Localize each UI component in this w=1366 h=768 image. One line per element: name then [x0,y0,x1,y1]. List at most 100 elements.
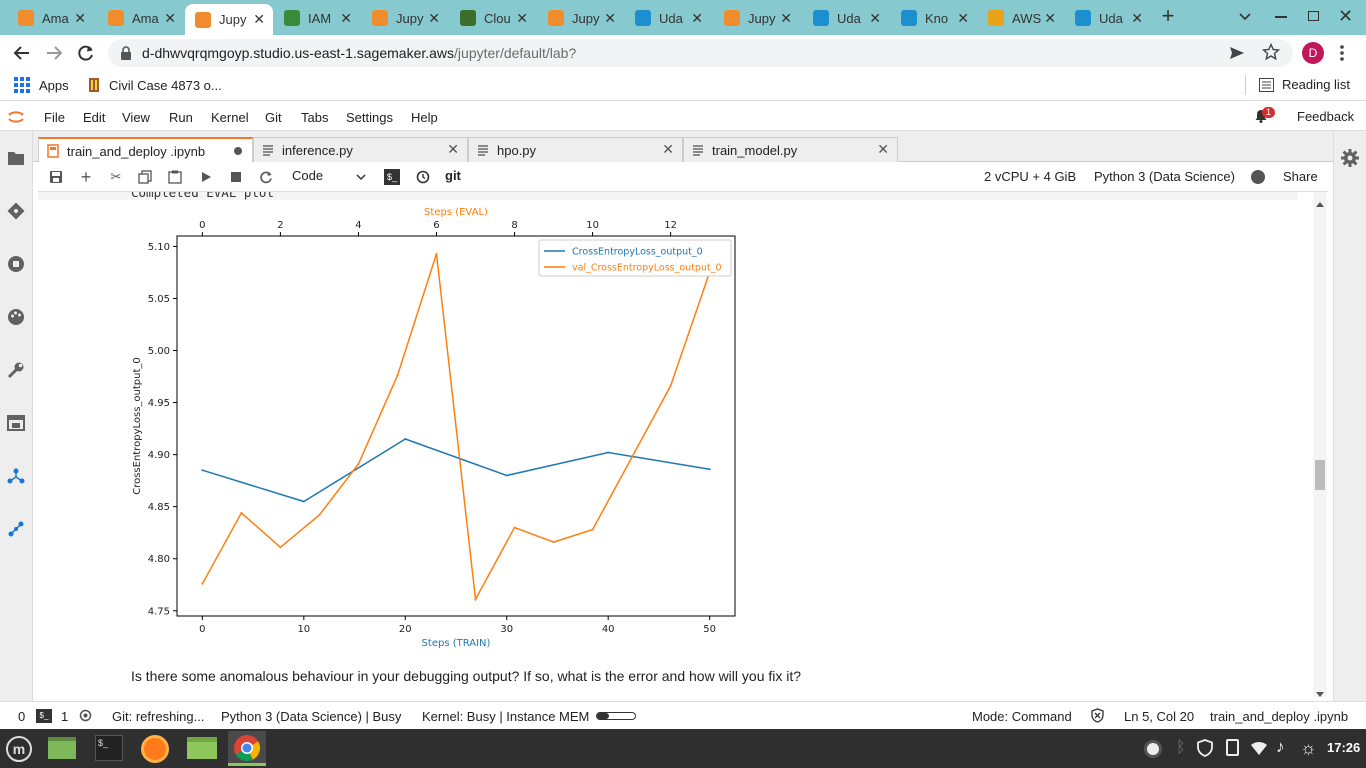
menu-help[interactable]: Help [411,110,438,125]
bluetooth-icon[interactable]: ᛒ [1176,739,1186,757]
file-browser-icon[interactable] [6,148,26,168]
debugger-nodes-icon[interactable] [6,466,26,486]
terminal-status-icon[interactable]: $_ [36,709,52,723]
address-bar[interactable]: d-dhwvqrqmgoyp.studio.us-east-1.sagemake… [108,39,1293,67]
close-tab-icon[interactable]: ✕ [340,10,352,27]
save-icon[interactable] [48,169,64,185]
menu-tabs[interactable]: Tabs [301,110,328,125]
profile-avatar[interactable]: D [1302,42,1324,64]
tab-hpo[interactable]: hpo.py ✕ [468,137,683,162]
browser-tab[interactable]: Uda ✕ [625,4,711,32]
scroll-down-arrow-icon[interactable] [1316,686,1324,701]
terminal-icon[interactable]: $_ [384,169,400,185]
kernel-status[interactable]: Python 3 (Data Science) | Busy [221,709,401,724]
browser-tab[interactable]: IAM ✕ [274,4,360,32]
close-tab-icon[interactable]: ✕ [877,141,889,158]
git-icon[interactable] [6,201,26,221]
kernel-name[interactable]: Python 3 (Data Science) [1094,169,1235,184]
cut-icon[interactable]: ✂ [108,169,124,185]
clipboard-icon[interactable] [1226,739,1239,756]
bookmark-apps[interactable]: Apps [14,77,69,93]
reload-icon[interactable] [76,43,96,63]
tab-train-model[interactable]: train_model.py ✕ [683,137,898,162]
kernel-gear-icon[interactable] [78,708,93,723]
menu-kernel[interactable]: Kernel [211,110,249,125]
volume-note-icon[interactable]: ♪ [1276,737,1285,757]
run-icon[interactable] [198,169,214,185]
experiments-icon[interactable] [6,519,26,539]
close-tab-icon[interactable]: ✕ [253,11,265,28]
send-to-devices-icon[interactable] [1229,45,1245,61]
feedback-link[interactable]: Feedback [1297,109,1354,124]
close-tab-icon[interactable]: ✕ [428,10,440,27]
close-tab-icon[interactable]: ✕ [691,10,703,27]
files-app-icon[interactable] [187,737,217,759]
back-arrow-icon[interactable] [12,43,32,63]
stop-icon[interactable] [228,169,244,185]
browser-tab[interactable]: Uda ✕ [803,4,889,32]
restart-icon[interactable] [258,169,274,185]
menu-view[interactable]: View [122,110,150,125]
browser-tab[interactable]: Ama ✕ [8,4,94,32]
browser-tab[interactable]: Ama ✕ [98,4,184,32]
firefox-icon[interactable] [141,735,169,763]
browser-tab[interactable]: Jupy ✕ [362,4,448,32]
minimize-window-icon[interactable] [1275,16,1287,18]
git-button[interactable]: git [445,168,461,183]
tab-search-chevron-icon[interactable] [1237,8,1253,24]
scroll-up-arrow-icon[interactable] [1316,195,1324,210]
status-count-a[interactable]: 0 [18,709,25,724]
menu-git[interactable]: Git [265,110,282,125]
browser-tab[interactable]: Uda ✕ [1065,4,1151,32]
instance-type[interactable]: 2 vCPU + 4 GiB [984,169,1076,184]
clock-time[interactable]: 17:26 [1327,740,1360,755]
menu-settings[interactable]: Settings [346,110,393,125]
close-tab-icon[interactable]: ✕ [604,10,616,27]
tray-media-icon[interactable] [1144,740,1162,758]
notebook-scrollbar[interactable] [1313,192,1327,697]
mint-menu-icon[interactable]: m [6,736,32,762]
tab-inference[interactable]: inference.py ✕ [253,137,468,162]
browser-tab[interactable]: Jupy ✕ [538,4,624,32]
wifi-icon[interactable] [1250,740,1268,756]
browser-tab[interactable]: Jupy ✕ [714,4,800,32]
bookmark-civil-case[interactable]: Civil Case 4873 o... [87,77,222,93]
cell-type-select[interactable]: Code [292,168,370,186]
browser-tab[interactable]: Clou ✕ [450,4,536,32]
paste-icon[interactable] [167,169,183,185]
restore-window-icon[interactable] [1308,11,1319,21]
browser-tab[interactable]: Jupy ✕ [185,4,273,35]
close-tab-icon[interactable]: ✕ [1131,10,1143,27]
tab-train-and-deploy[interactable]: train_and_deploy .ipynb [38,137,253,163]
wrench-icon[interactable] [6,360,26,380]
show-desktop-icon[interactable] [48,737,76,759]
close-tab-icon[interactable]: ✕ [447,141,459,158]
close-tab-icon[interactable]: ✕ [869,10,881,27]
close-tab-icon[interactable]: ✕ [74,10,86,27]
close-window-icon[interactable]: ✕ [1338,6,1353,27]
forward-arrow-icon[interactable] [44,43,64,63]
terminal-app-icon[interactable]: $_ [95,735,123,761]
close-tab-icon[interactable]: ✕ [780,10,792,27]
close-tab-icon[interactable]: ✕ [164,10,176,27]
close-tab-icon[interactable]: ✕ [516,10,528,27]
bookmark-star-icon[interactable] [1261,42,1281,61]
menu-edit[interactable]: Edit [83,110,105,125]
shield-icon[interactable] [1197,739,1213,757]
scroll-thumb[interactable] [1315,460,1325,490]
kebab-menu-icon[interactable] [1340,44,1344,62]
cursor-position[interactable]: Ln 5, Col 20 [1124,709,1194,724]
close-tab-icon[interactable]: ✕ [662,141,674,158]
reading-list-button[interactable]: Reading list [1259,77,1350,92]
tabs-icon[interactable] [6,413,26,433]
menu-file[interactable]: File [44,110,65,125]
chrome-app-icon[interactable] [228,731,266,766]
property-inspector-gear-icon[interactable] [1340,148,1360,168]
new-tab-button[interactable]: + [1157,5,1179,28]
running-kernels-icon[interactable] [6,254,26,274]
share-button[interactable]: Share [1283,169,1318,184]
menu-run[interactable]: Run [169,110,193,125]
add-cell-icon[interactable]: + [78,167,94,187]
browser-tab[interactable]: Kno ✕ [891,4,977,32]
palette-icon[interactable] [6,307,26,327]
